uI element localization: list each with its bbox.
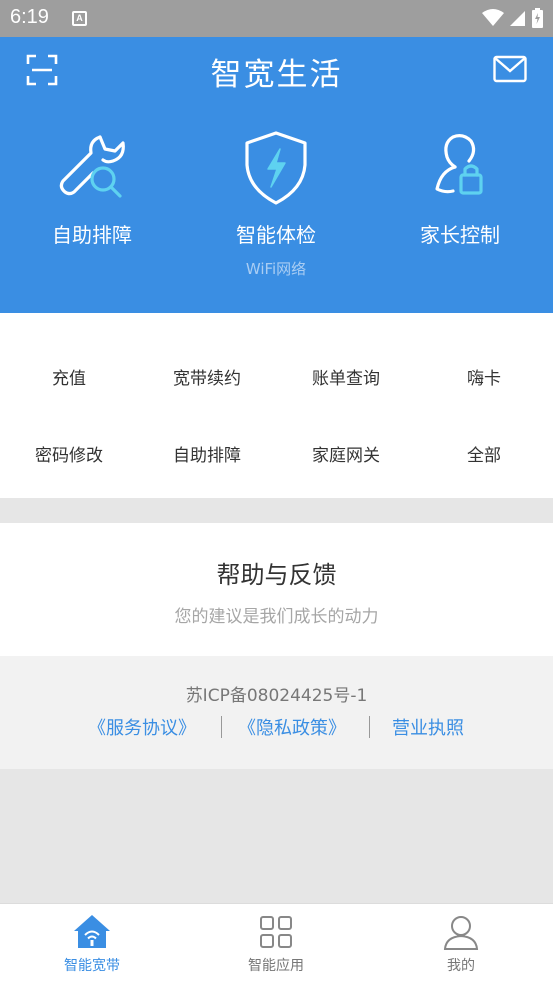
- user-lock-icon: [435, 134, 483, 195]
- system-icons: [482, 6, 543, 30]
- wifi-icon: [482, 9, 504, 26]
- help-title: 帮助与反馈: [216, 561, 337, 589]
- menu-item-recharge[interactable]: 充值: [0, 359, 138, 399]
- tab-smart-broadband-label: 智能宽带: [64, 958, 120, 974]
- feature-smart-check-label: 智能体检: [236, 223, 316, 247]
- link-divider: [369, 716, 370, 738]
- privacy-policy-link[interactable]: 《隐私政策》: [238, 714, 346, 740]
- footer-links: 《服务协议》 《隐私政策》 营业执照: [0, 714, 553, 740]
- user-icon: [443, 916, 479, 950]
- tab-smart-apps[interactable]: 智能应用: [184, 904, 368, 983]
- icp-number: 苏ICP备08024425号-1: [185, 686, 368, 706]
- signal-icon: [510, 11, 525, 26]
- service-agreement-link[interactable]: 《服务协议》: [88, 714, 196, 740]
- header-banner: 智宽生活 自助排障 智能体检 WiFi网络 家长控制: [0, 37, 553, 313]
- feature-parental-control-label: 家长控制: [420, 223, 500, 247]
- wrench-search-icon: [59, 135, 125, 198]
- notification-icon: A: [72, 11, 87, 26]
- tab-smart-broadband[interactable]: 智能宽带: [0, 904, 184, 983]
- menu-item-broadband-renewal[interactable]: 宽带续约: [138, 359, 276, 399]
- feature-smart-check-sublabel: WiFi网络: [245, 260, 307, 278]
- footer-info: 苏ICP备08024425号-1 《服务协议》 《隐私政策》 营业执照: [0, 656, 553, 769]
- tab-mine-label: 我的: [447, 958, 475, 974]
- shield-bolt-icon: [245, 131, 307, 205]
- menu-item-change-password[interactable]: 密码修改: [0, 436, 138, 476]
- feature-parental-control[interactable]: 家长控制: [368, 129, 552, 248]
- menu-item-hi-card[interactable]: 嗨卡: [415, 359, 553, 399]
- menu-item-self-repair[interactable]: 自助排障: [138, 436, 276, 476]
- mail-icon: [493, 55, 527, 83]
- help-subtitle: 您的建议是我们成长的动力: [174, 607, 379, 627]
- battery-icon: [532, 8, 543, 28]
- grid-icon: [260, 916, 292, 948]
- home-wifi-icon: [74, 915, 110, 948]
- tab-mine[interactable]: 我的: [369, 904, 553, 983]
- quick-menu: 充值 宽带续约 账单查询 嗨卡 密码修改 自助排障 家庭网关 全部: [0, 313, 553, 498]
- link-divider: [221, 716, 222, 738]
- help-feedback-card[interactable]: 帮助与反馈 您的建议是我们成长的动力: [0, 523, 553, 656]
- tab-smart-apps-label: 智能应用: [248, 958, 304, 974]
- status-time: 6:19: [10, 6, 49, 28]
- menu-item-all[interactable]: 全部: [415, 436, 553, 476]
- bottom-tab-bar: 智能宽带 智能应用 我的: [0, 903, 553, 983]
- app-screen: 6:19 A 智宽生活 自助排障 智能体检 WiFi网络 家长控制 充值 宽带续…: [0, 0, 553, 983]
- business-license-link[interactable]: 营业执照: [392, 714, 464, 740]
- feature-self-repair[interactable]: 自助排障: [0, 129, 184, 248]
- message-button[interactable]: [493, 54, 527, 84]
- app-title: 智宽生活: [210, 57, 343, 93]
- status-bar: 6:19 A: [0, 0, 553, 37]
- menu-item-bill-query[interactable]: 账单查询: [277, 359, 415, 399]
- feature-self-repair-label: 自助排障: [52, 223, 132, 247]
- menu-item-home-gateway[interactable]: 家庭网关: [277, 436, 415, 476]
- feature-smart-check[interactable]: 智能体检 WiFi网络: [184, 129, 368, 279]
